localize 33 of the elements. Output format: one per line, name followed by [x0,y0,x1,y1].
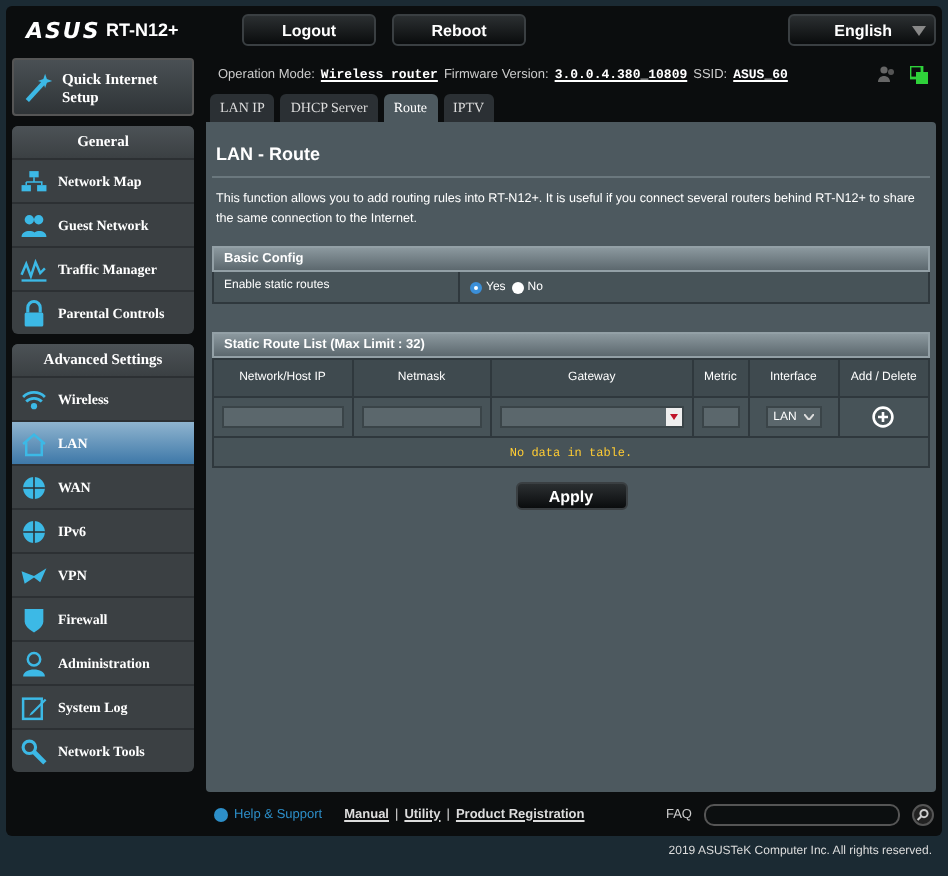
people-icon [20,211,48,239]
shield-icon [20,605,48,633]
caret-icon [804,414,815,420]
radio-button[interactable] [470,281,482,293]
network-status-icon[interactable] [910,65,928,83]
logout-button[interactable]: Logout [242,14,376,46]
network-icon [20,167,48,195]
apply-button[interactable]: Apply [515,482,627,510]
faq-search-field[interactable] [704,803,900,825]
input-field[interactable] [361,406,482,428]
person-icon [20,649,48,677]
chart-line-icon [20,255,48,283]
notepad-icon [20,693,48,721]
globe-icon [20,517,48,545]
language-dropdown[interactable]: English [788,14,936,46]
add-icon[interactable] [872,405,895,428]
gateway-field[interactable] [500,406,684,428]
wand-icon [22,71,54,103]
input-field[interactable] [222,406,343,428]
caret-icon [912,25,926,35]
radio-button[interactable] [511,281,524,293]
search-icon[interactable] [912,803,934,825]
padlock-icon [20,299,48,327]
model-name: RT-N12+ [106,20,181,40]
users-icon[interactable] [878,66,896,82]
house-icon [20,429,48,457]
help-icon [214,807,228,821]
dropdown-icon [665,408,682,426]
wifi-icon [20,385,48,413]
reboot-button[interactable]: Reboot [392,14,526,46]
input-field[interactable] [701,406,740,428]
globe-icon [20,473,48,501]
page-title: LAN - Route [216,144,322,164]
